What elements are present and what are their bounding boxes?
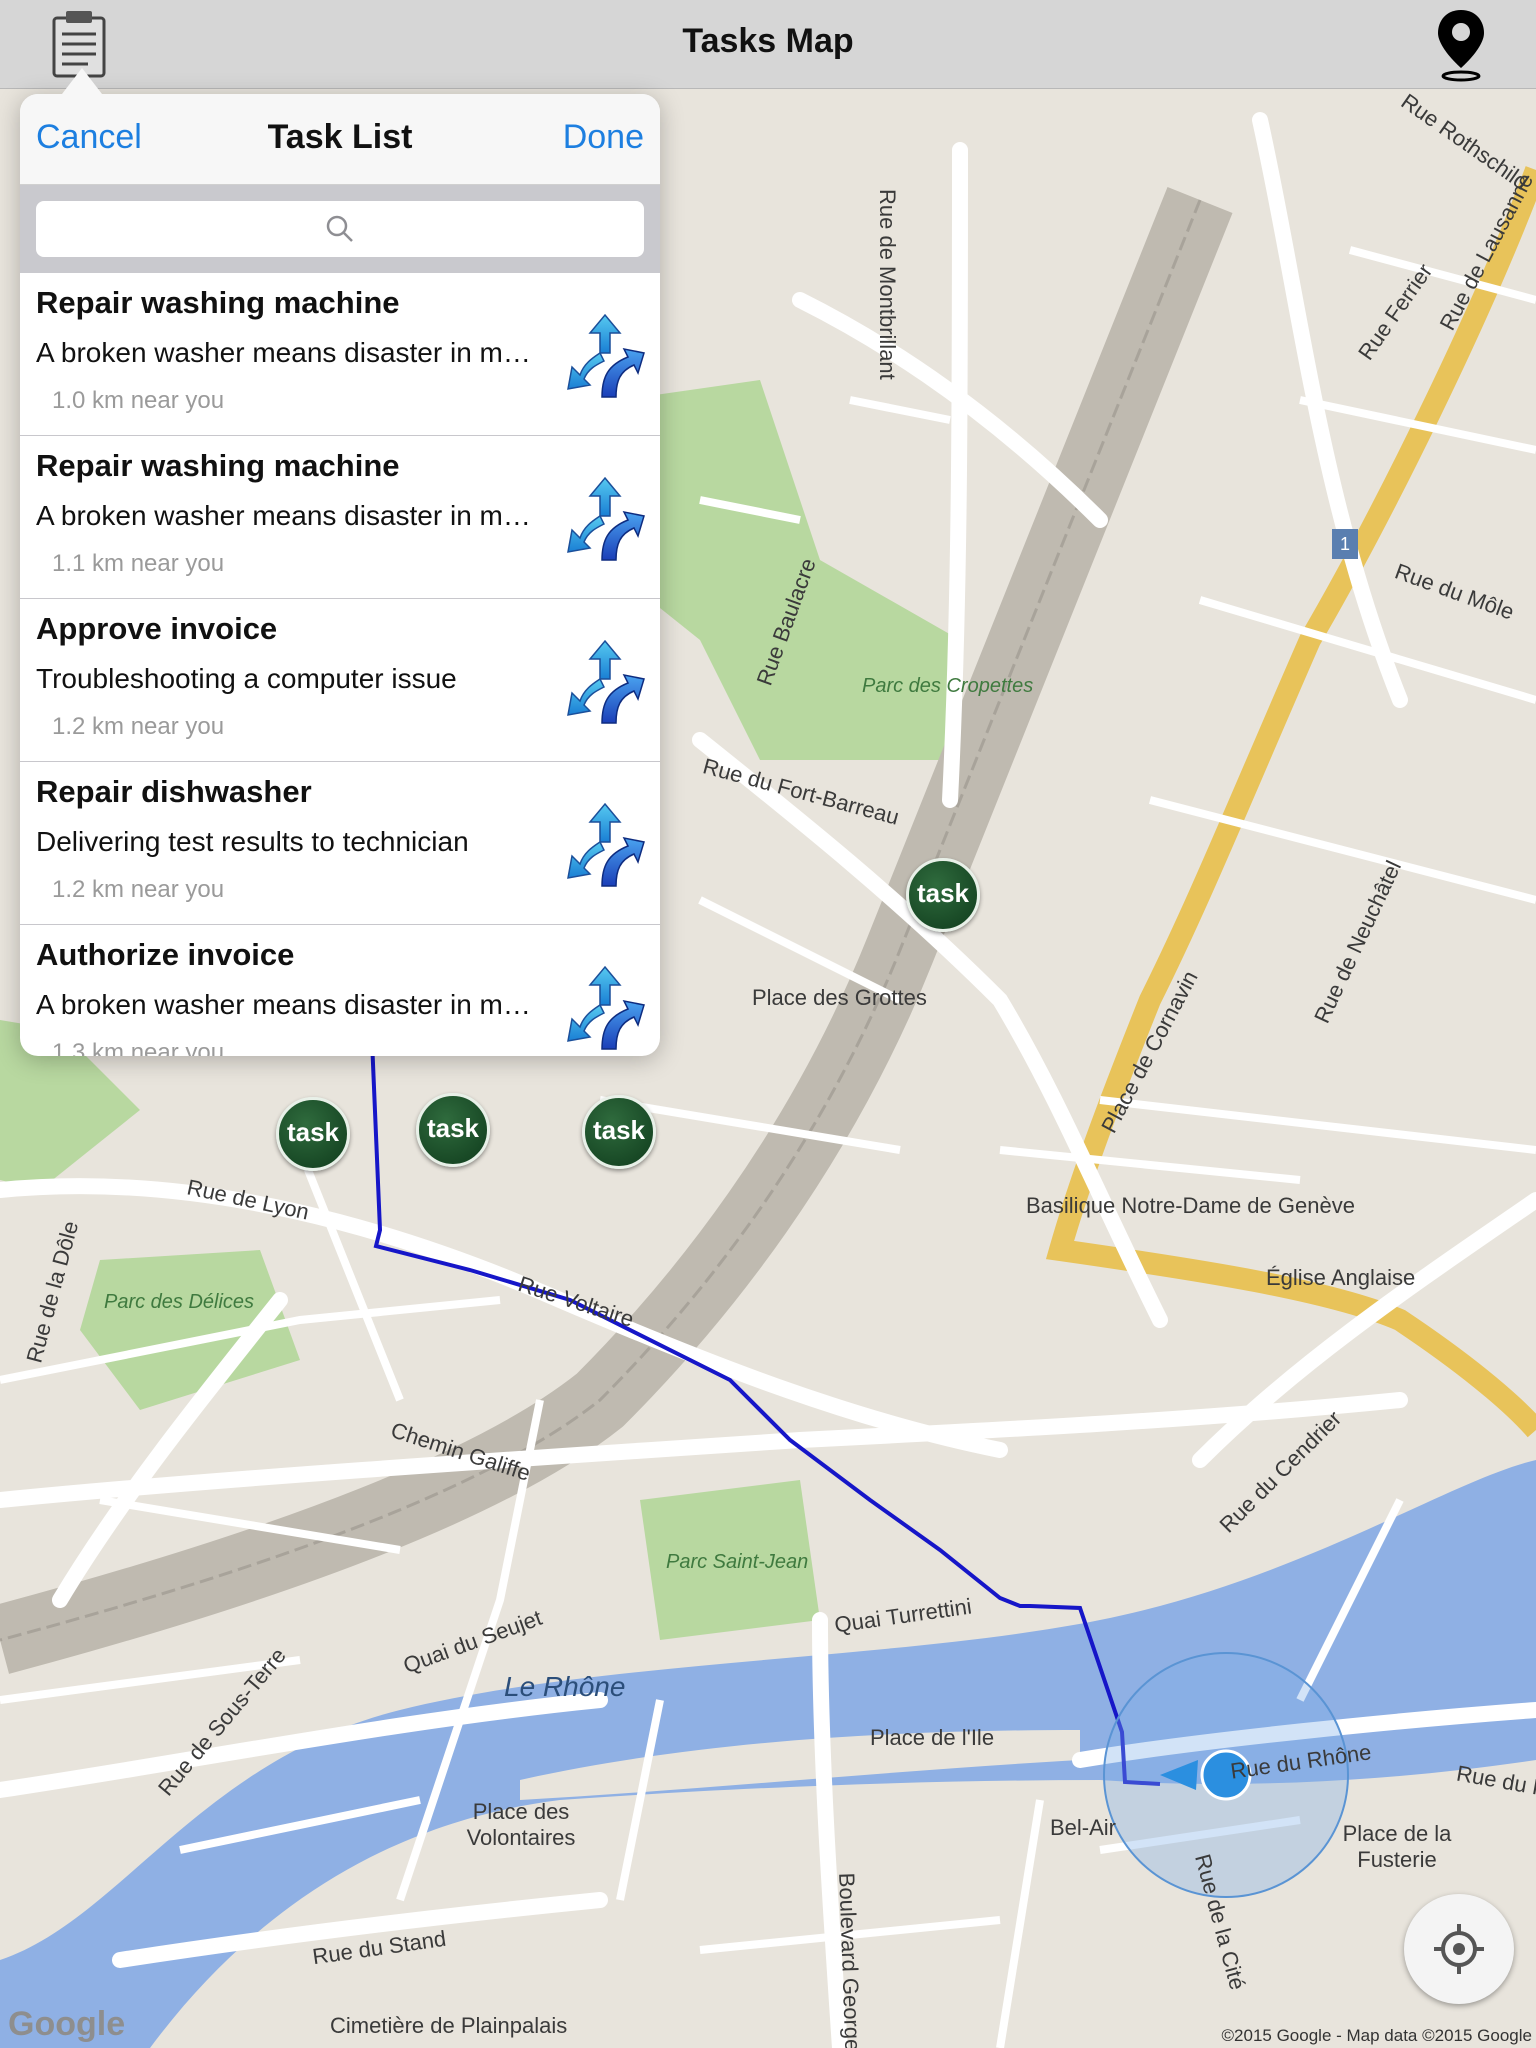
map-label: Place des Grottes — [752, 985, 927, 1010]
map-label: Bel-Air — [1050, 1815, 1117, 1840]
popover-arrow — [62, 68, 102, 94]
task-title: Authorize invoice — [36, 937, 295, 972]
map-label: Place des Volontaires — [466, 1799, 576, 1850]
locate-me-icon — [1434, 1924, 1484, 1974]
task-list-item[interactable]: Authorize invoice A broken washer means … — [20, 925, 660, 1056]
task-list-item[interactable]: Repair dishwasher Delivering test result… — [20, 762, 660, 925]
directions-icon[interactable] — [564, 965, 646, 1051]
map-label: Basilique Notre-Dame de Genève — [1026, 1193, 1355, 1218]
map-label: Place de l'Ile — [870, 1725, 995, 1750]
map-copyright: ©2015 Google - Map data ©2015 Google — [1221, 2026, 1532, 2045]
route-shield: 1 — [1332, 529, 1358, 559]
task-list-item[interactable]: Approve invoice Troubleshooting a comput… — [20, 599, 660, 762]
task-description: Delivering test results to technician — [36, 826, 469, 857]
task-distance: 1.2 km near you — [52, 876, 225, 903]
task-description: A broken washer means disaster in m… — [36, 337, 531, 368]
task-title: Approve invoice — [36, 611, 278, 646]
task-marker[interactable]: task — [416, 1093, 490, 1167]
task-marker[interactable]: task — [582, 1095, 656, 1169]
directions-icon[interactable] — [564, 802, 646, 888]
task-marker[interactable]: task — [906, 858, 980, 932]
popover-header: Cancel Task List Done — [20, 94, 660, 185]
map-label: Parc Saint-Jean — [666, 1551, 809, 1573]
done-button[interactable]: Done — [563, 118, 644, 157]
search-icon — [326, 215, 353, 242]
locate-me-button[interactable] — [1404, 1894, 1514, 2004]
map-label: Place de la Fusterie — [1342, 1821, 1452, 1872]
task-description: A broken washer means disaster in m… — [36, 989, 531, 1020]
map-label: Cimetière de Plainpalais — [330, 2013, 568, 2038]
task-distance: 1.0 km near you — [52, 387, 225, 414]
task-title: Repair dishwasher — [36, 774, 312, 809]
page-title: Tasks Map — [682, 22, 854, 60]
google-logo: Google — [8, 2005, 126, 2043]
task-list-item[interactable]: Repair washing machine A broken washer m… — [20, 273, 660, 436]
map-label: Église Anglaise — [1266, 1265, 1416, 1290]
navigation-bar: Tasks Map — [0, 0, 1536, 89]
task-distance: 1.2 km near you — [52, 713, 225, 740]
directions-icon[interactable] — [564, 313, 646, 399]
map-label: Parc des Cropettes — [862, 675, 1034, 697]
task-title: Repair washing machine — [36, 285, 400, 320]
task-marker[interactable]: task — [276, 1097, 350, 1171]
task-title: Repair washing machine — [36, 448, 400, 483]
task-list: Repair washing machine A broken washer m… — [20, 273, 660, 1056]
task-distance: 1.1 km near you — [52, 550, 225, 577]
task-list-item[interactable]: Repair washing machine A broken washer m… — [20, 436, 660, 599]
directions-icon[interactable] — [564, 639, 646, 725]
search-input[interactable] — [36, 201, 644, 257]
location-pin-icon[interactable] — [1426, 6, 1496, 82]
directions-icon[interactable] — [564, 476, 646, 562]
task-description: A broken washer means disaster in m… — [36, 500, 531, 531]
search-bar — [20, 185, 660, 273]
task-description: Troubleshooting a computer issue — [36, 663, 457, 694]
task-list-popover: Cancel Task List Done Repair washing mac… — [20, 94, 660, 1056]
map-label: Rue de Montbrillant — [875, 189, 900, 380]
task-distance: 1.3 km near you — [52, 1039, 225, 1056]
map-label: Parc des Délices — [104, 1291, 255, 1313]
map-label: Le Rhône — [504, 1671, 626, 1702]
